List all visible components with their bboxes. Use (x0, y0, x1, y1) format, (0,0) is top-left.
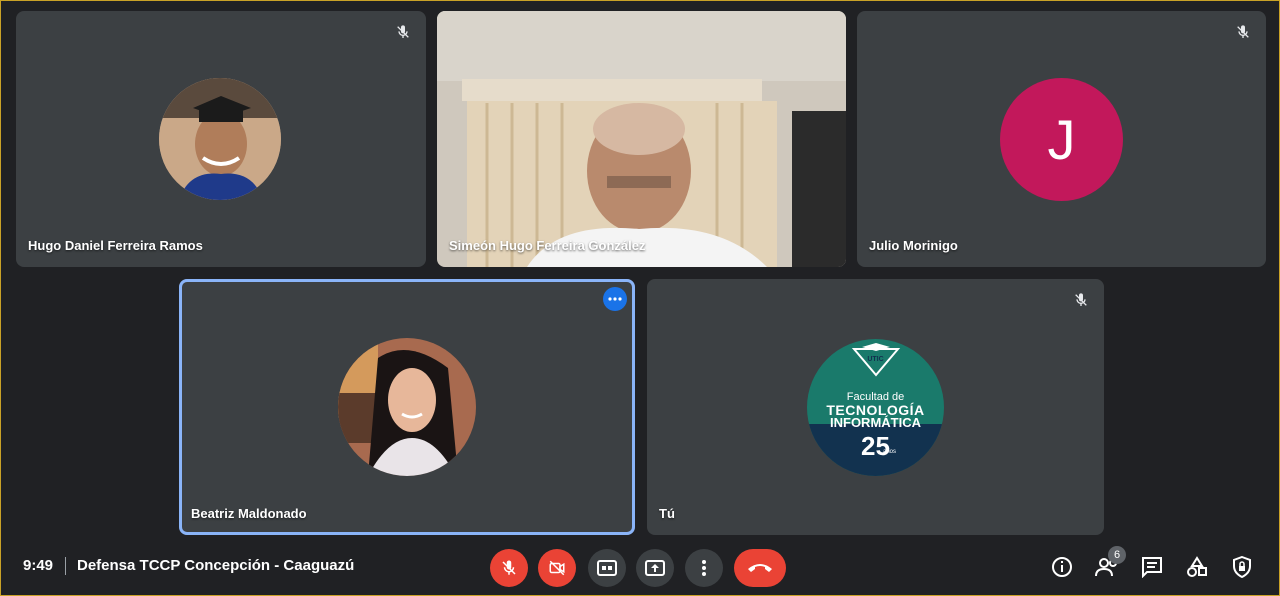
logo-years-label: años (883, 449, 897, 455)
mic-off-icon (1232, 21, 1254, 43)
participant-avatar (159, 78, 281, 200)
participant-name: Julio Morinigo (869, 238, 958, 253)
more-options-button[interactable] (603, 287, 627, 311)
participant-name: Beatriz Maldonado (191, 506, 307, 521)
faculty-logo: UTIC Facultad de TECNOLOGÍA INFORMÁTICA … (807, 339, 944, 476)
logo-acronym: UTIC (867, 356, 884, 363)
participant-tile-self[interactable]: UTIC Facultad de TECNOLOGÍA INFORMÁTICA … (647, 279, 1104, 535)
logo-line-3: INFORMÁTICA (830, 415, 921, 430)
microphone-toggle-button[interactable] (490, 549, 528, 587)
participant-tile-simeon[interactable]: Simeón Hugo Ferreira González (437, 11, 846, 267)
activities-icon[interactable] (1183, 553, 1211, 581)
captions-button[interactable] (588, 549, 626, 587)
meeting-clock: 9:49 (23, 557, 54, 574)
participant-name: Tú (659, 506, 675, 521)
participant-tile-hugo[interactable]: Hugo Daniel Ferreira Ramos (16, 11, 426, 267)
participant-tile-julio[interactable]: J Julio Morinigo (857, 11, 1266, 267)
participants-count-badge: 6 (1108, 546, 1126, 564)
chat-icon[interactable] (1138, 553, 1166, 581)
participant-video (437, 11, 846, 267)
participant-name: Hugo Daniel Ferreira Ramos (28, 238, 203, 253)
more-options-button[interactable] (685, 549, 723, 587)
meeting-title: Defensa TCCP Concepción - Caaguazú (77, 557, 355, 574)
host-controls-icon[interactable] (1228, 553, 1256, 581)
participant-avatar (338, 338, 476, 476)
logo-years: 25 (861, 431, 890, 461)
meeting-toolbar: 9:49 Defensa TCCP Concepción - Caaguazú (1, 539, 1279, 595)
mic-off-icon (392, 21, 414, 43)
camera-toggle-button[interactable] (538, 549, 576, 587)
present-screen-button[interactable] (636, 549, 674, 587)
mic-off-icon (1070, 289, 1092, 311)
end-call-button[interactable] (734, 549, 786, 587)
participant-avatar: J (1000, 78, 1123, 201)
divider (65, 557, 66, 575)
participant-tile-beatriz[interactable]: Beatriz Maldonado (179, 279, 635, 535)
meeting-info-icon[interactable] (1048, 553, 1076, 581)
avatar-initial: J (1047, 108, 1076, 171)
participant-name: Simeón Hugo Ferreira González (449, 238, 646, 253)
